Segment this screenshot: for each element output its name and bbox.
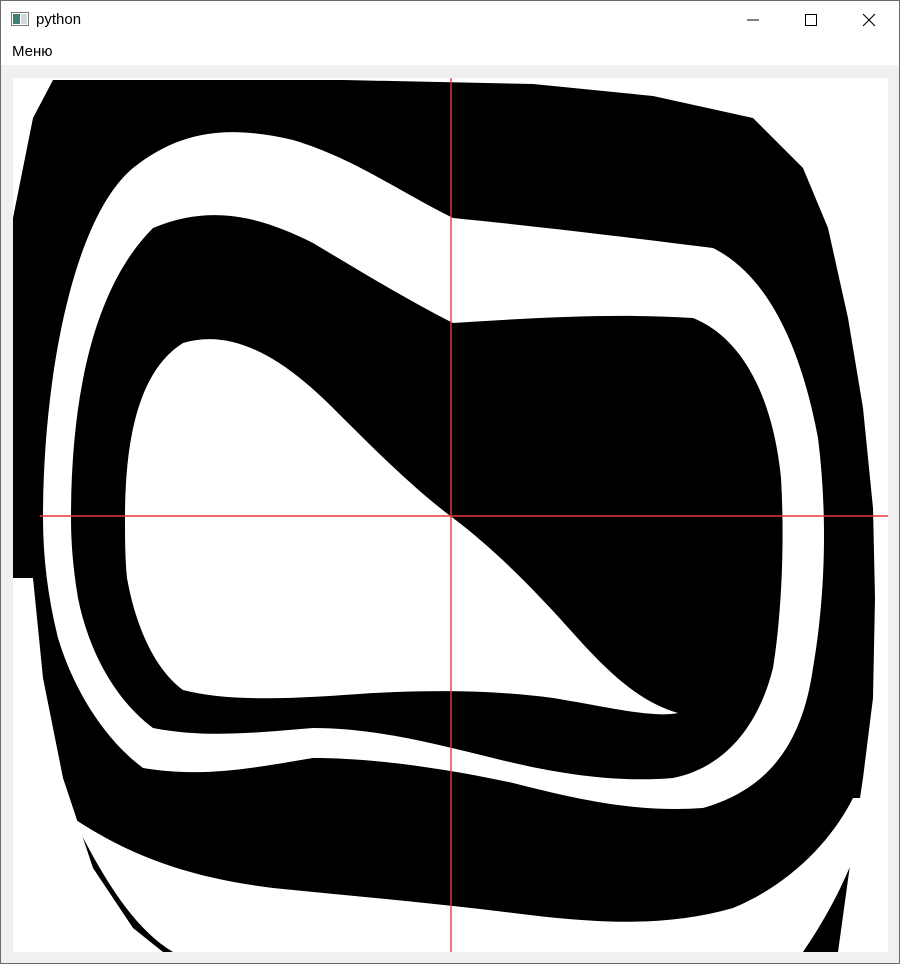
maximize-icon xyxy=(805,14,817,26)
minimize-button[interactable] xyxy=(724,1,782,39)
minimize-icon xyxy=(747,19,759,21)
window-title: python xyxy=(36,11,82,28)
menu-bar: Меню xyxy=(1,39,899,65)
close-icon xyxy=(862,13,876,27)
app-window: python Меню xyxy=(0,0,900,964)
python-app-icon xyxy=(11,12,29,26)
close-button[interactable] xyxy=(840,1,898,39)
maximize-button[interactable] xyxy=(782,1,840,39)
plot-canvas[interactable] xyxy=(13,78,888,952)
pattern-svg xyxy=(13,78,888,952)
menu-item-menu[interactable]: Меню xyxy=(5,41,60,63)
title-bar[interactable]: python xyxy=(1,1,899,39)
